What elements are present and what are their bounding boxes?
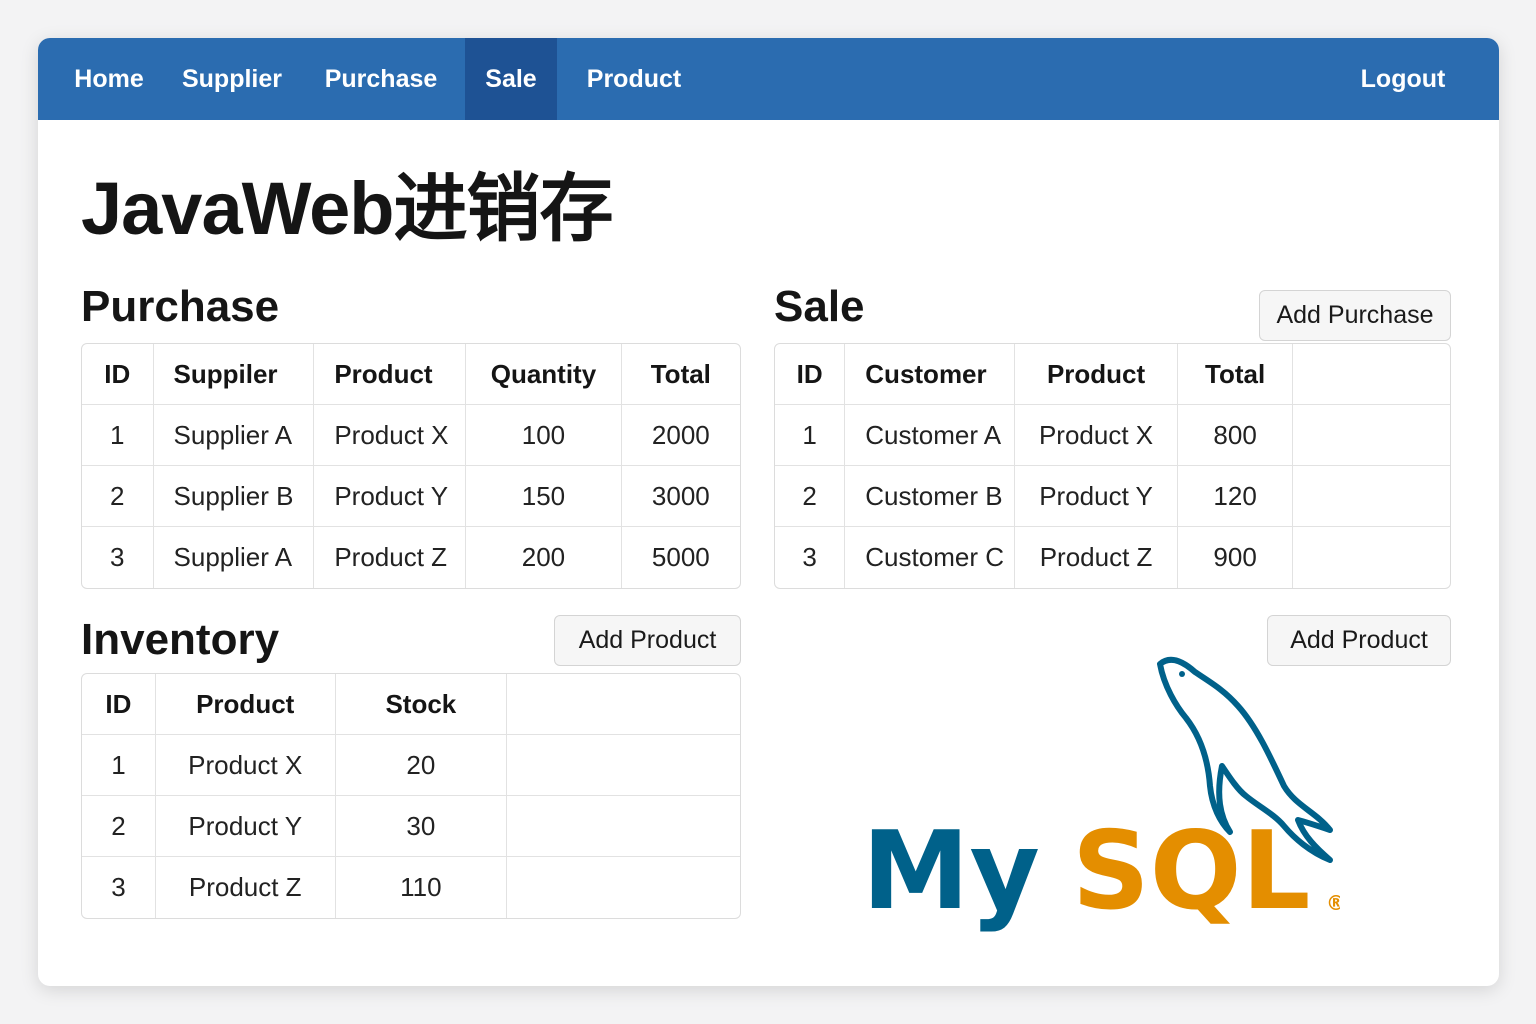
- registered-mark: ®: [1326, 891, 1340, 915]
- nav-purchase[interactable]: Purchase: [314, 38, 448, 120]
- cell-product: Product Y: [314, 466, 467, 527]
- cell-empty: [507, 796, 740, 857]
- page-title: JavaWeb进销存: [81, 167, 613, 250]
- cell-product: Product Z: [1015, 527, 1179, 588]
- top-navbar: Home Supplier Purchase Sale Product Logo…: [38, 38, 1499, 120]
- cell-id: 3: [775, 527, 846, 588]
- nav-supplier[interactable]: Supplier: [170, 38, 294, 120]
- cell-empty: [507, 735, 740, 796]
- add-product-button[interactable]: Add Product: [554, 615, 741, 666]
- column-header-stock: Stock: [335, 674, 508, 735]
- cell-total: 3000: [621, 466, 740, 527]
- cell-id: 1: [82, 405, 154, 466]
- cell-product: Product Y: [1014, 466, 1179, 527]
- add-purchase-button[interactable]: Add Purchase: [1259, 290, 1451, 341]
- cell-product: Product Z: [314, 527, 467, 588]
- cell-total: 900: [1178, 527, 1294, 588]
- table-row: 3 Product Z 110: [82, 857, 740, 918]
- column-header-id: ID: [775, 344, 846, 405]
- cell-total: 120: [1178, 466, 1294, 527]
- inventory-heading: Inventory: [81, 615, 280, 664]
- cell-product: Product X: [314, 405, 467, 466]
- cell-supplier: Supplier B: [153, 466, 315, 527]
- cell-supplier: Supplier A: [153, 405, 315, 466]
- table-header-row: ID Product Stock: [82, 674, 740, 735]
- column-header-total: Total: [1178, 344, 1294, 405]
- table-row: 2 Customer B Product Y 120: [775, 466, 1450, 527]
- column-header-customer: Customer: [845, 344, 1015, 405]
- column-header-total: Total: [621, 344, 740, 405]
- column-header-quantity: Quantity: [466, 344, 622, 405]
- cell-quantity: 100: [466, 405, 622, 466]
- column-header-product: Product: [314, 344, 467, 405]
- cell-total: 2000: [621, 405, 740, 466]
- sale-table: ID Customer Product Total 1 Customer A P…: [774, 343, 1451, 589]
- column-header-id: ID: [82, 674, 156, 735]
- column-header-product: Product: [155, 674, 336, 735]
- cell-empty: [1293, 405, 1450, 466]
- nav-home[interactable]: Home: [60, 38, 158, 120]
- inventory-table: ID Product Stock 1 Product X 20 2 Produc…: [81, 673, 741, 919]
- purchase-table: ID Suppiler Product Quantity Total 1 Sup…: [81, 343, 741, 589]
- cell-id: 1: [82, 735, 156, 796]
- purchase-heading: Purchase: [81, 282, 280, 331]
- nav-product[interactable]: Product: [574, 38, 694, 120]
- table-header-row: ID Customer Product Total: [775, 344, 1450, 405]
- logout-link[interactable]: Logout: [1346, 38, 1460, 120]
- table-row: 2 Supplier B Product Y 150 3000: [82, 466, 740, 527]
- table-header-row: ID Suppiler Product Quantity Total: [82, 344, 740, 405]
- cell-product: Product Y: [155, 796, 336, 857]
- cell-stock: 110: [336, 857, 508, 918]
- cell-total: 5000: [651, 542, 710, 572]
- cell-customer: Customer B: [845, 466, 1015, 527]
- cell-id: 3: [82, 857, 156, 918]
- column-header-empty: [1293, 344, 1450, 405]
- cell-customer: Customer A: [845, 405, 1015, 466]
- cell-customer: Customer C: [845, 527, 1015, 588]
- cell-empty: [1293, 466, 1450, 527]
- column-header-id: ID: [82, 344, 154, 405]
- cell-total: 800: [1178, 405, 1294, 466]
- cell-id: 2: [82, 466, 154, 527]
- sale-heading: Sale: [774, 282, 865, 331]
- app-window: Home Supplier Purchase Sale Product Logo…: [38, 38, 1499, 986]
- cell-id: 2: [775, 466, 846, 527]
- cell-id: 2: [82, 796, 156, 857]
- mysql-logo-my: My: [862, 809, 1040, 934]
- cell-supplier: Supplier A: [154, 527, 315, 588]
- cell-quantity: 150: [466, 466, 622, 527]
- cell-product: Product X: [1014, 405, 1179, 466]
- cell-id: 3: [82, 527, 154, 588]
- column-header-product: Product: [1014, 344, 1179, 405]
- table-row: 1 Customer A Product X 800: [775, 405, 1450, 466]
- table-row: 3 Supplier A Product Z 200 5000: [82, 527, 740, 588]
- table-row: 2 Product Y 30: [82, 796, 740, 857]
- column-header-empty: [507, 674, 740, 735]
- table-row: 1 Supplier A Product X 100 2000: [82, 405, 740, 466]
- cell-quantity: 200: [466, 527, 622, 588]
- cell-empty: [507, 857, 740, 918]
- nav-sale[interactable]: Sale: [465, 38, 557, 120]
- table-row: 1 Product X 20: [82, 735, 740, 796]
- cell-empty: [1293, 527, 1450, 588]
- column-header-supplier: Suppiler: [153, 344, 315, 405]
- mysql-logo-sql: SQL: [1072, 809, 1310, 934]
- cell-stock: 30: [335, 796, 508, 857]
- cell-product: Product Z: [156, 857, 336, 918]
- mysql-logo: My SQL ®: [862, 656, 1340, 934]
- cell-id: 1: [775, 405, 846, 466]
- cell-stock: 20: [335, 735, 508, 796]
- table-row: 3 Customer C Product Z 900: [775, 527, 1450, 588]
- cell-product: Product X: [155, 735, 336, 796]
